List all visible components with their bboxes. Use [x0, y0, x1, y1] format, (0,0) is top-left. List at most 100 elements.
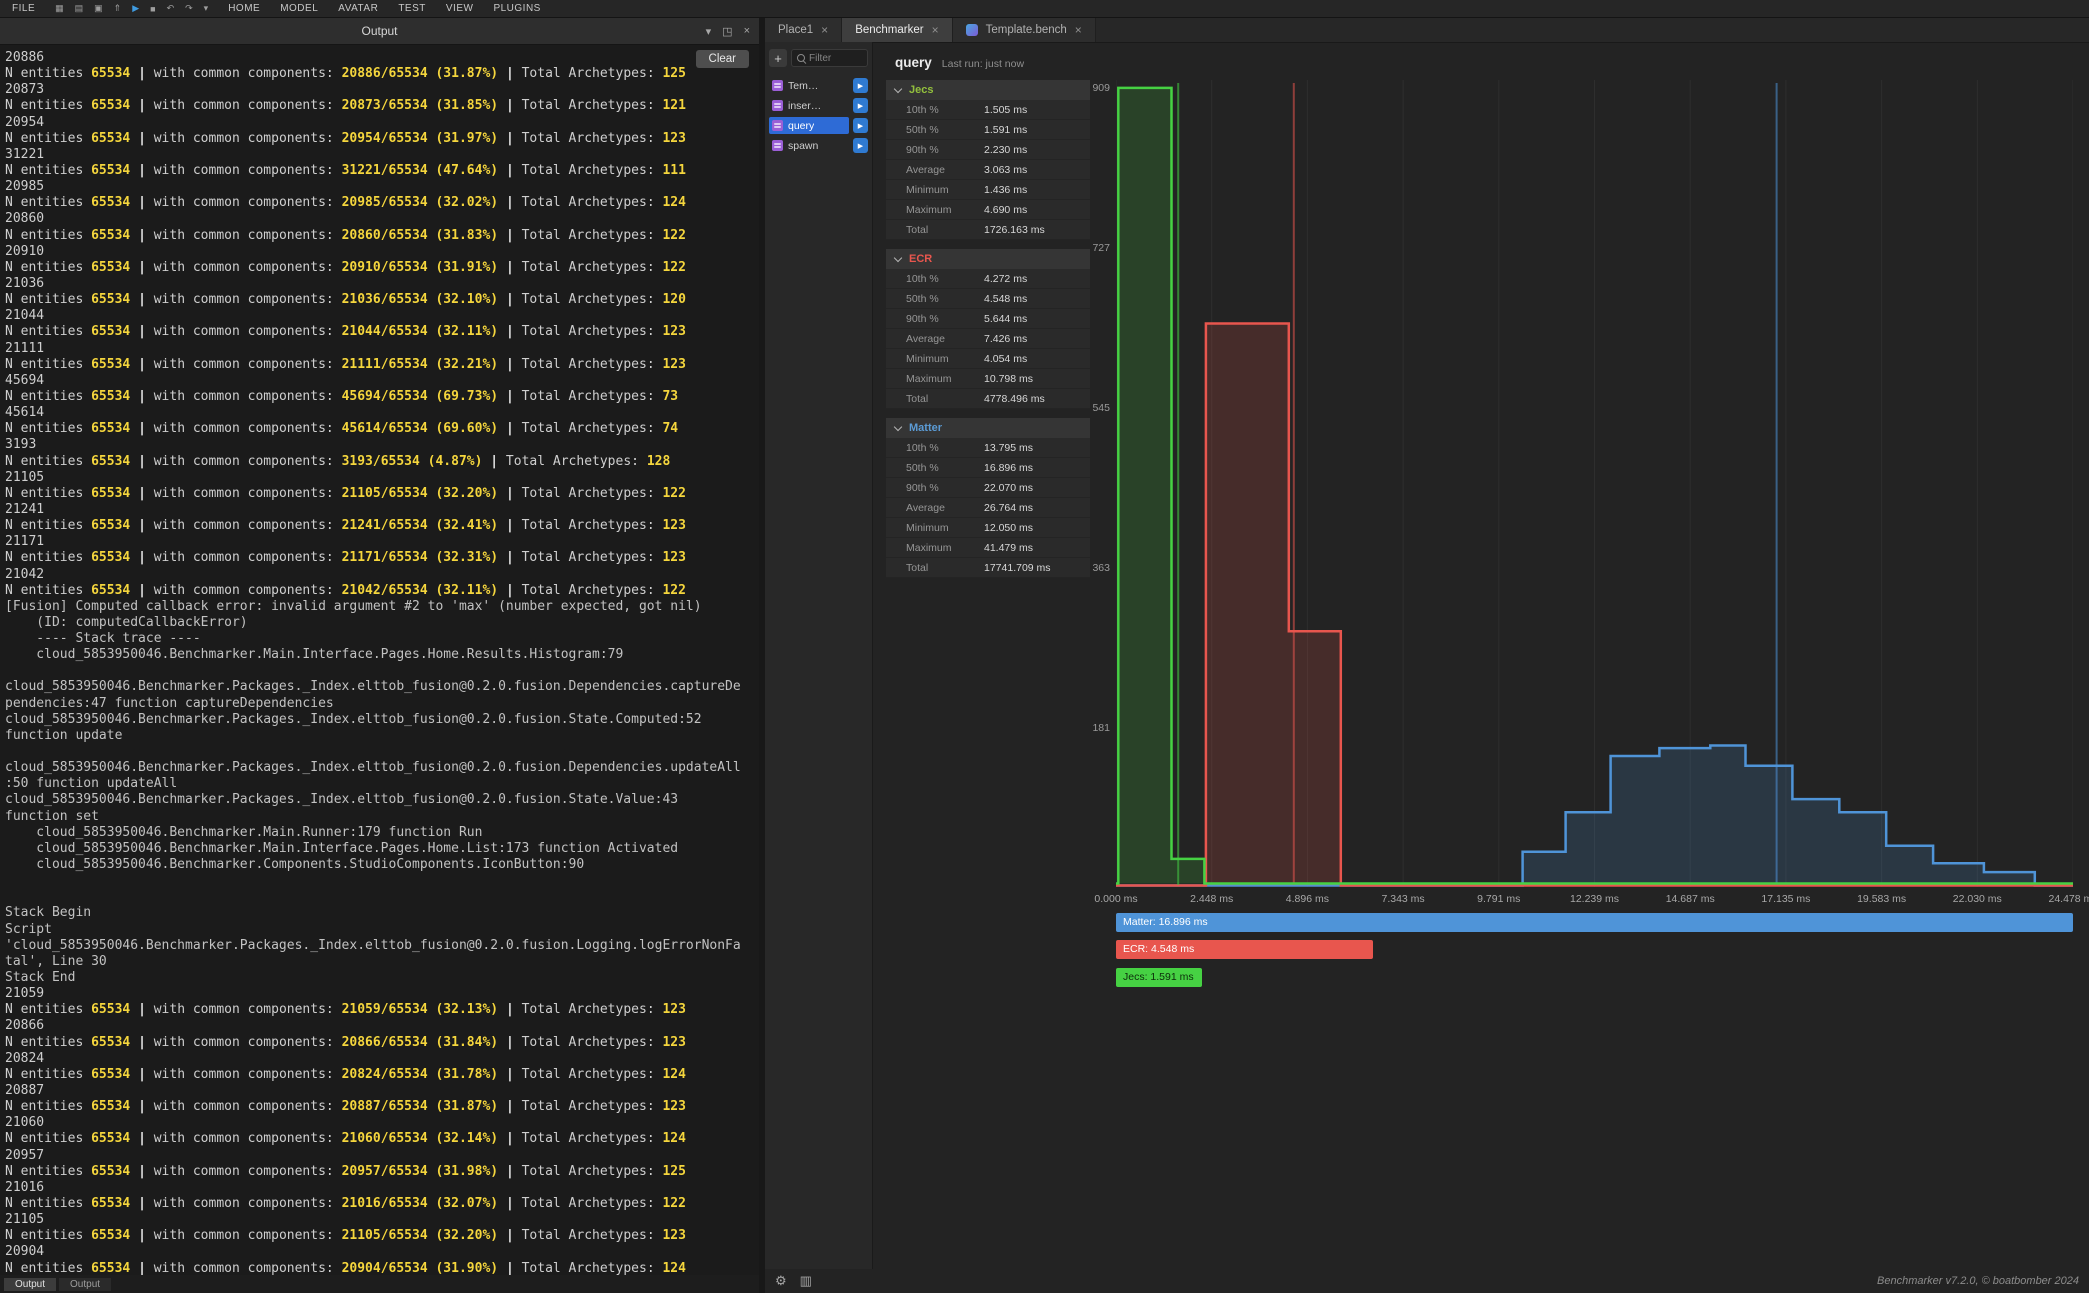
console-error-line: Stack End	[5, 970, 759, 986]
console-line: N entities 65534 | with common component…	[5, 1099, 759, 1115]
output-panel-header-icons: ▾ ◳ ×	[706, 18, 750, 44]
run-benchmark-button[interactable]: ▶	[853, 138, 868, 153]
console-line: 20904	[5, 1244, 759, 1260]
publish-icon[interactable]: ⇑	[114, 3, 122, 14]
benchmark-item[interactable]: Tem… ▶	[769, 77, 868, 94]
stats-section-header[interactable]: Matter	[886, 418, 1090, 438]
output-dock-tab[interactable]: Output	[59, 1278, 111, 1291]
console-line: 21059	[5, 986, 759, 1002]
x-axis-label: 14.687 ms	[1666, 893, 1715, 905]
stats-row-value: 16.896 ms	[984, 462, 1033, 474]
output-dock-tabs: OutputOutput	[0, 1275, 759, 1293]
console-output[interactable]: 20886 N entities 65534 | with common comp…	[0, 45, 759, 1275]
menu-tab-home[interactable]: HOME	[228, 3, 260, 14]
stats-row-value: 13.795 ms	[984, 442, 1033, 454]
benchmark-item[interactable]: inser… ▶	[769, 97, 868, 114]
console-line: N entities 65534 | with common component…	[5, 195, 759, 211]
filter-box[interactable]	[791, 49, 868, 67]
stop-icon[interactable]: ■	[150, 4, 155, 14]
grid-menu-icon[interactable]: ▦	[55, 3, 64, 14]
stats-row: 10th %13.795 ms	[886, 438, 1090, 458]
panel-float-icon[interactable]: ◳	[722, 25, 732, 38]
undo-icon[interactable]: ↶	[167, 3, 175, 14]
console-line: 31221	[5, 147, 759, 163]
stats-row-value: 4.548 ms	[984, 293, 1027, 305]
save-icon[interactable]: ▣	[94, 3, 103, 14]
benchmark-item-body[interactable]: spawn	[769, 137, 849, 154]
run-benchmark-button[interactable]: ▶	[853, 118, 868, 133]
legend-bar-ecr[interactable]: ECR: 4.548 ms	[1116, 940, 1373, 959]
open-file-icon[interactable]: ▤	[75, 3, 84, 14]
run-benchmark-button[interactable]: ▶	[853, 98, 868, 113]
console-line: 21105	[5, 1212, 759, 1228]
stats-row-label: 90th %	[886, 313, 984, 325]
tab-close-icon[interactable]: ×	[821, 23, 828, 37]
output-panel: Output ▾ ◳ × Clear 20886 N entities 65534…	[0, 18, 759, 1275]
chevron-down-icon	[894, 84, 902, 92]
panel-close-icon[interactable]: ×	[744, 25, 750, 37]
console-error-line: cloud_5853950046.Benchmarker.Packages._I…	[5, 792, 759, 808]
docs-icon[interactable]: ▥	[800, 1273, 812, 1289]
menu-tab-test[interactable]: TEST	[398, 3, 426, 14]
doc-tab-label: Template.bench	[986, 24, 1067, 36]
menu-tab-avatar[interactable]: AVATAR	[338, 3, 378, 14]
console-error-line: cloud_5853950046.Benchmarker.Components.…	[5, 857, 759, 873]
output-dock-tab[interactable]: Output	[4, 1278, 56, 1291]
module-script-icon	[772, 100, 783, 111]
menu-tab-model[interactable]: MODEL	[280, 3, 318, 14]
x-axis-label: 19.583 ms	[1857, 893, 1906, 905]
doc-tab-template-bench[interactable]: Template.bench ×	[953, 18, 1096, 42]
doc-tab-place1[interactable]: Place1×	[765, 18, 842, 42]
console-error-line: 'cloud_5853950046.Benchmarker.Packages._…	[5, 938, 759, 954]
clear-output-button[interactable]: Clear	[696, 50, 749, 68]
console-line: 21111	[5, 341, 759, 357]
stats-section-header[interactable]: Jecs	[886, 80, 1090, 100]
chart-region: 9097275453631810.000 ms2.448 ms4.896 ms7…	[1090, 42, 2089, 1269]
benchmark-item[interactable]: query ▶	[769, 117, 868, 134]
stats-row-label: Maximum	[886, 542, 984, 554]
benchmark-item-body[interactable]: Tem…	[769, 77, 849, 94]
toolbar-dropdown-icon[interactable]: ▾	[204, 3, 209, 14]
stats-row: 10th %4.272 ms	[886, 269, 1090, 289]
legend-bar-jecs[interactable]: Jecs: 1.591 ms	[1116, 968, 1202, 987]
stats-row: Minimum1.436 ms	[886, 180, 1090, 200]
output-panel-header[interactable]: Output ▾ ◳ ×	[0, 18, 759, 45]
redo-icon[interactable]: ↷	[185, 3, 193, 14]
stats-section-ecr: ECR10th %4.272 ms50th %4.548 ms90th %5.6…	[886, 249, 1090, 409]
menu-file[interactable]: FILE	[12, 3, 35, 14]
panel-options-icon[interactable]: ▾	[706, 25, 712, 38]
benchmark-item-body[interactable]: query	[769, 117, 849, 134]
menu-tab-plugins[interactable]: PLUGINS	[493, 3, 540, 14]
stats-row-value: 1.591 ms	[984, 124, 1027, 136]
tab-close-icon[interactable]: ×	[1075, 23, 1082, 37]
console-line: N entities 65534 | with common component…	[5, 163, 759, 179]
add-benchmark-button[interactable]: +	[769, 49, 787, 67]
plugin-bottom-icons: ⚙▥	[775, 1273, 812, 1289]
console-line: N entities 65534 | with common component…	[5, 131, 759, 147]
stats-row-value: 5.644 ms	[984, 313, 1027, 325]
stats-row-value: 7.426 ms	[984, 333, 1027, 345]
menu-tab-view[interactable]: VIEW	[446, 3, 474, 14]
stats-row: Total1726.163 ms	[886, 220, 1090, 240]
x-axis-label: 9.791 ms	[1477, 893, 1520, 905]
console-line: 21044	[5, 308, 759, 324]
tab-close-icon[interactable]: ×	[932, 23, 939, 37]
settings-gear-icon[interactable]: ⚙	[775, 1273, 787, 1289]
stats-row: Minimum12.050 ms	[886, 518, 1090, 538]
play-icon[interactable]: ▶	[132, 3, 139, 14]
stats-row-value: 4778.496 ms	[984, 393, 1045, 405]
filter-input[interactable]	[809, 53, 862, 64]
benchmark-item-body[interactable]: inser…	[769, 97, 849, 114]
stats-section-header[interactable]: ECR	[886, 249, 1090, 269]
search-icon	[797, 54, 805, 62]
console-line: 20886	[5, 50, 759, 66]
console-error-line	[5, 744, 759, 760]
stats-section-name: Matter	[909, 422, 942, 434]
legend-bar-matter[interactable]: Matter: 16.896 ms	[1116, 913, 2073, 932]
x-axis-label: 7.343 ms	[1381, 893, 1424, 905]
benchmark-item[interactable]: spawn ▶	[769, 137, 868, 154]
y-axis-label: 909	[1090, 82, 1110, 94]
doc-tab-benchmarker[interactable]: Benchmarker×	[842, 18, 952, 42]
console-line: N entities 65534 | with common component…	[5, 1164, 759, 1180]
run-benchmark-button[interactable]: ▶	[853, 78, 868, 93]
